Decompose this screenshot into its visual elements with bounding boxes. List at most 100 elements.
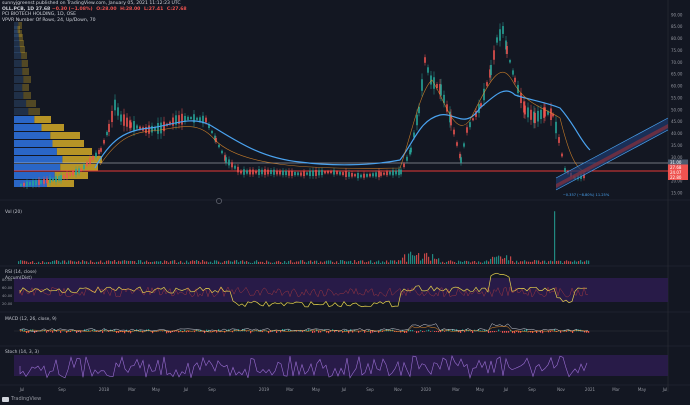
candle-body: [463, 143, 465, 147]
candle-body: [288, 170, 290, 176]
vprv-bar-down: [18, 34, 23, 41]
candle-body: [389, 171, 391, 175]
candle-body: [530, 109, 532, 120]
volume-bar: [44, 262, 46, 264]
volume-bar: [48, 262, 50, 264]
macd-histogram-bar: [424, 331, 426, 332]
macd-histogram-bar: [496, 331, 498, 332]
candle-body: [291, 170, 293, 176]
volume-bar: [362, 260, 364, 264]
volume-bar: [34, 262, 36, 264]
macd-histogram-bar: [524, 329, 526, 332]
volume-bar: [66, 262, 68, 264]
candle-body: [318, 170, 320, 176]
macd-histogram-bar: [494, 331, 496, 333]
volume-bar: [228, 260, 230, 264]
candle-body: [211, 130, 213, 134]
volume-bar: [554, 211, 556, 264]
macd-histogram-bar: [412, 330, 414, 332]
volume-bar: [22, 260, 24, 264]
candle-body: [199, 117, 201, 122]
vprv-bar-up: [14, 52, 22, 59]
volume-bar: [248, 262, 250, 264]
candle-body: [190, 116, 192, 120]
macd-histogram-bar: [416, 331, 418, 334]
volume-bar: [546, 262, 548, 264]
vprv-bar-down: [28, 108, 40, 115]
candle-body: [249, 169, 251, 175]
macd-histogram-bar: [506, 331, 508, 333]
volume-bar: [282, 262, 284, 264]
candle-body: [509, 60, 511, 63]
candle-body: [524, 105, 526, 115]
volume-bar: [530, 261, 532, 264]
vprv-bar-down: [23, 76, 31, 83]
rsi-panel-title[interactable]: RSI (14, close): [5, 270, 37, 275]
volume-bar: [258, 261, 260, 264]
candle-body: [294, 172, 296, 176]
price-label-text: 22.80: [670, 175, 682, 180]
volume-bar: [512, 260, 514, 264]
volume-bar: [314, 260, 316, 264]
volume-bar: [232, 261, 234, 264]
volume-bar: [488, 261, 490, 264]
volume-bar: [160, 261, 162, 264]
time-axis-label: 2018: [99, 387, 110, 392]
volume-bar: [298, 261, 300, 264]
volume-bar: [444, 262, 446, 264]
volume-bar: [106, 260, 108, 264]
candle-body: [375, 172, 377, 177]
volume-bar: [302, 260, 304, 264]
candle-body: [363, 173, 365, 178]
vprv-bar-up: [14, 140, 53, 147]
vol-panel-title[interactable]: Vol (20): [5, 210, 22, 215]
volume-bar: [82, 260, 84, 264]
volume-bar: [124, 260, 126, 264]
volume-bar: [564, 261, 566, 264]
volume-bar: [92, 261, 94, 264]
tradingview-logo-icon: [2, 396, 9, 402]
volume-bar: [388, 262, 390, 264]
price-axis-tick: 50.00: [671, 107, 683, 112]
volume-bar: [386, 260, 388, 264]
time-axis-label: 2021: [585, 387, 596, 392]
chart-canvas[interactable]: 90.00 85.00 80.00 75.00 70.00 65.00 60.00 55.00…: [0, 0, 690, 405]
candle-body: [273, 169, 275, 175]
price-axis-tick: 90.00: [671, 12, 683, 17]
vprv-bar-up: [14, 84, 23, 91]
volume-bar: [286, 262, 288, 264]
volume-bar: [506, 255, 508, 264]
candle-body: [157, 122, 159, 134]
volume-bar: [78, 260, 80, 264]
volume-bar: [380, 262, 382, 264]
candle-body: [172, 117, 174, 126]
macd-histogram-bar: [344, 329, 346, 332]
candle-body: [106, 131, 108, 136]
volume-bar: [372, 262, 374, 264]
candle-body: [406, 156, 408, 161]
time-axis-label: May: [476, 387, 485, 392]
volume-bar: [292, 262, 294, 264]
candle-body: [321, 170, 323, 176]
candle-body: [490, 64, 492, 76]
candle-body: [421, 79, 423, 91]
volume-bar: [516, 260, 518, 264]
candle-body: [312, 170, 314, 177]
volume-bar: [500, 256, 502, 264]
volume-bar: [448, 260, 450, 264]
volume-bar: [52, 260, 54, 264]
price-axis-tick: 85.00: [671, 24, 683, 29]
candle-body: [40, 180, 42, 184]
stoch-panel-title[interactable]: Stoch (14, 3, 3): [5, 350, 39, 355]
volume-bar: [304, 261, 306, 264]
symbol-name[interactable]: OLL.PCB, 1D: [2, 7, 34, 12]
vprv-bar-up: [14, 100, 27, 107]
time-axis-label: Mar: [452, 387, 460, 392]
footer-brand[interactable]: TradingView: [2, 396, 41, 402]
volume-bar: [336, 261, 338, 264]
volume-bar: [412, 255, 414, 264]
volume-bar: [38, 261, 40, 264]
volume-bar: [460, 261, 462, 264]
vprv-title[interactable]: VPVR Number Of Rows, 24, Up/Down, 70: [2, 18, 187, 24]
macd-panel-title[interactable]: MACD (12, 26, close, 9): [5, 317, 57, 322]
